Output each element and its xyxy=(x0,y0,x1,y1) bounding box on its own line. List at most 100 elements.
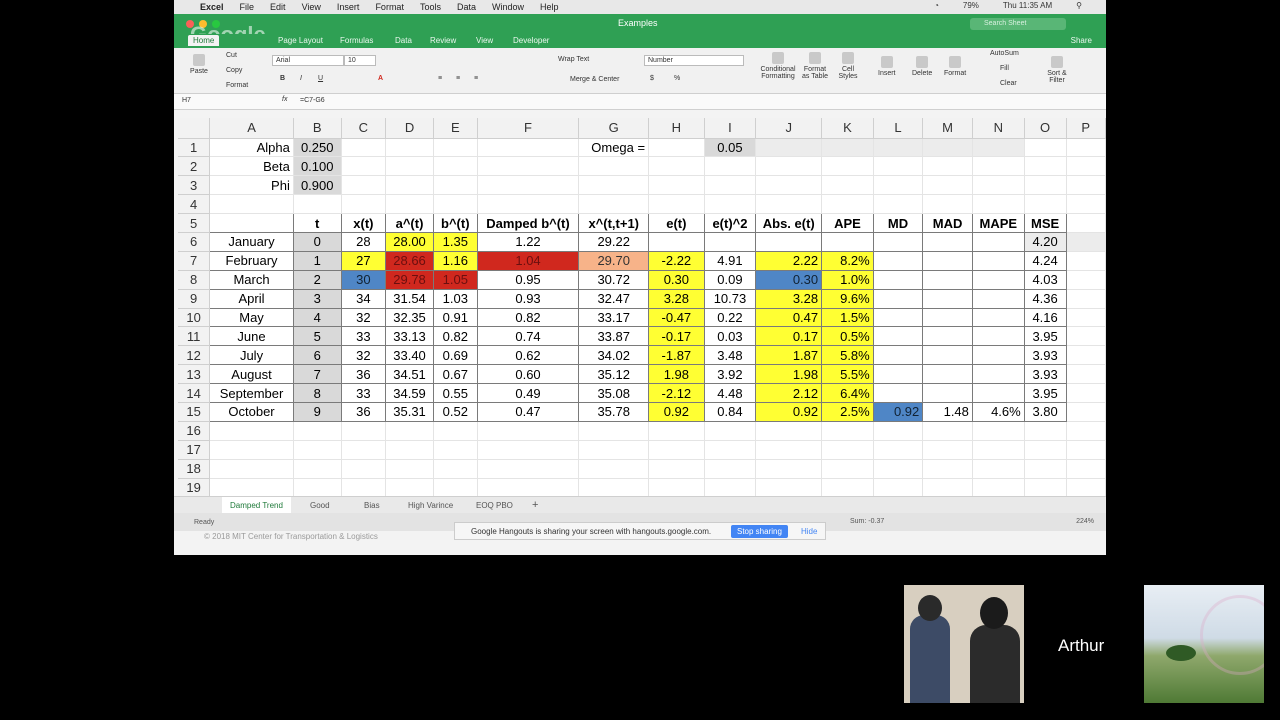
cell[interactable] xyxy=(821,421,874,441)
cell[interactable] xyxy=(1066,175,1106,196)
cell[interactable] xyxy=(433,175,478,196)
cell[interactable] xyxy=(704,459,757,479)
cell-mse[interactable]: 4.20 xyxy=(1023,231,1067,252)
cell-month[interactable]: March xyxy=(209,269,294,290)
cell-x[interactable]: 32 xyxy=(340,345,387,366)
fx-icon[interactable]: fx xyxy=(282,96,287,103)
tab-view[interactable]: View xyxy=(476,36,493,45)
cell-i1[interactable]: 0.05 xyxy=(704,138,757,158)
cell[interactable] xyxy=(755,421,823,441)
cell-error[interactable]: 0.30 xyxy=(648,269,705,290)
cell[interactable] xyxy=(209,440,294,460)
cell-forecast[interactable]: 35.78 xyxy=(578,401,650,422)
cell-b[interactable]: 0.69 xyxy=(432,345,478,366)
cell-x[interactable]: 30 xyxy=(340,269,387,290)
cell-forecast[interactable]: 35.08 xyxy=(578,383,650,403)
cell[interactable] xyxy=(477,478,580,498)
cell-a[interactable]: 33.13 xyxy=(385,326,434,347)
cell-error-squared[interactable]: 3.92 xyxy=(703,364,757,385)
cell-md[interactable] xyxy=(872,364,924,385)
cell-md[interactable]: 0.92 xyxy=(872,401,924,422)
font-color-icon[interactable]: A xyxy=(378,75,383,82)
cell[interactable] xyxy=(821,459,874,479)
search-sheet-input[interactable]: Search Sheet xyxy=(970,18,1066,30)
cell[interactable] xyxy=(293,421,342,441)
col-header-m[interactable]: M xyxy=(922,118,973,139)
cell[interactable] xyxy=(293,478,342,498)
cell-x[interactable]: 36 xyxy=(340,401,387,422)
spreadsheet-grid[interactable]: A B C D E F G H I J K L M N O P 1 Alpha … xyxy=(178,118,1106,498)
cell-mad[interactable] xyxy=(922,345,973,366)
cell[interactable] xyxy=(209,421,294,441)
cell[interactable] xyxy=(922,478,973,498)
cell-month[interactable]: July xyxy=(209,345,294,366)
cell-ape[interactable]: 1.5% xyxy=(821,307,874,328)
cell-x[interactable]: 36 xyxy=(340,364,387,385)
cell-x[interactable]: 33 xyxy=(340,326,387,347)
row-header[interactable]: 13 xyxy=(178,364,211,385)
row-header[interactable]: 18 xyxy=(178,459,211,479)
cell-mse[interactable]: 3.80 xyxy=(1023,401,1067,422)
header-abs-error[interactable]: Abs. e(t) xyxy=(755,213,823,233)
menu-app-name[interactable]: Excel xyxy=(200,2,224,12)
cell[interactable] xyxy=(578,421,650,441)
cell[interactable] xyxy=(209,478,294,498)
cell[interactable] xyxy=(972,440,1025,460)
cell[interactable] xyxy=(821,156,874,177)
wifi-icon[interactable]: ◔ xyxy=(934,1,939,10)
cell-b[interactable]: 0.91 xyxy=(432,307,478,328)
cell-ape[interactable]: 2.5% xyxy=(821,401,874,422)
number-format-select[interactable]: Number xyxy=(644,55,744,66)
cell[interactable] xyxy=(922,440,973,460)
cell-damped-b[interactable]: 0.49 xyxy=(476,383,580,403)
cell-a[interactable]: 28.00 xyxy=(385,231,434,252)
cell-month[interactable]: January xyxy=(209,231,294,252)
cell[interactable] xyxy=(1066,345,1106,366)
cell-styles-button[interactable]: Cell Styles xyxy=(836,52,860,80)
cell[interactable] xyxy=(1024,138,1067,158)
header-damped-b[interactable]: Damped b^(t) xyxy=(476,213,580,233)
cell[interactable] xyxy=(648,138,705,158)
header-x[interactable]: x(t) xyxy=(340,213,387,233)
cell[interactable] xyxy=(341,175,387,196)
cell-mape[interactable] xyxy=(971,231,1025,252)
cell-error[interactable]: 1.98 xyxy=(648,364,705,385)
cell-damped-b[interactable]: 0.47 xyxy=(476,401,580,422)
col-header-i[interactable]: I xyxy=(704,118,757,139)
cell-ape[interactable]: 5.8% xyxy=(821,345,874,366)
cell-forecast[interactable]: 35.12 xyxy=(578,364,650,385)
cell-abs-error[interactable]: 0.17 xyxy=(755,326,823,347)
cell-mad[interactable] xyxy=(922,250,973,271)
delete-cells-button[interactable]: Delete xyxy=(912,56,932,77)
col-header-g[interactable]: G xyxy=(578,118,650,139)
cell[interactable] xyxy=(972,156,1025,177)
font-name-select[interactable]: Arial xyxy=(272,55,344,66)
cell-damped-b[interactable]: 0.62 xyxy=(476,345,580,366)
menu-edit[interactable]: Edit xyxy=(270,2,286,12)
cell[interactable] xyxy=(972,478,1025,498)
cell[interactable] xyxy=(1066,194,1106,215)
share-button[interactable]: Share xyxy=(1071,36,1092,45)
cell-month[interactable]: September xyxy=(209,383,294,403)
row-header[interactable]: 9 xyxy=(178,289,211,309)
cell-error-selected[interactable]: -2.22 xyxy=(648,250,705,271)
cell-mse[interactable]: 3.95 xyxy=(1023,383,1067,403)
cell[interactable] xyxy=(704,440,757,460)
cell[interactable] xyxy=(873,175,924,196)
cell-damped-b[interactable]: 0.82 xyxy=(476,307,580,328)
cell-ape[interactable]: 8.2% xyxy=(821,250,874,271)
cell-mad[interactable] xyxy=(922,326,973,347)
cell-forecast[interactable]: 30.72 xyxy=(578,269,650,290)
cell[interactable] xyxy=(1024,156,1067,177)
cell[interactable] xyxy=(972,421,1025,441)
cell-error[interactable]: -0.17 xyxy=(648,326,705,347)
row-header[interactable]: 4 xyxy=(178,194,211,215)
cell-abs-error[interactable]: 0.30 xyxy=(755,269,823,290)
cell[interactable] xyxy=(477,459,580,479)
cell-t[interactable]: 3 xyxy=(292,288,342,309)
col-header-b[interactable]: B xyxy=(293,118,342,139)
cell[interactable] xyxy=(648,175,705,196)
col-header-o[interactable]: O xyxy=(1024,118,1067,139)
cell-error-squared[interactable] xyxy=(703,231,757,252)
cell-a1[interactable]: Alpha xyxy=(209,138,294,158)
